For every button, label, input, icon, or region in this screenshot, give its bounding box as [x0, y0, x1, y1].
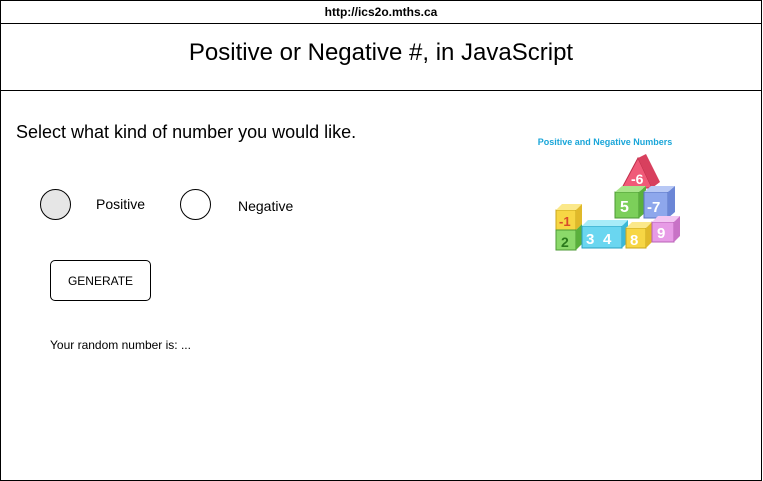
- page-title: Positive or Negative #, in JavaScript: [188, 39, 574, 66]
- negative-radio[interactable]: [180, 189, 211, 220]
- block-label: 5: [620, 199, 629, 216]
- illustration-title: Positive and Negative Numbers: [537, 137, 673, 147]
- url-bar[interactable]: http://ics2o.mths.ca: [0, 0, 762, 24]
- url-text: http://ics2o.mths.ca: [324, 5, 438, 19]
- block-label: -1: [559, 214, 571, 229]
- result-text: Your random number is: ...: [50, 338, 191, 352]
- block-label: 9: [657, 225, 665, 242]
- block-label: 2: [561, 234, 569, 250]
- page-header: Positive or Negative #, in JavaScript: [0, 23, 762, 91]
- block-label: -6: [631, 171, 644, 187]
- number-blocks-graphic: -6 5 -7 -1 2 3 4 8 9: [555, 154, 680, 251]
- number-blocks-illustration: Positive and Negative Numbers -6 5 -7 -1…: [520, 134, 695, 259]
- negative-label[interactable]: Negative: [238, 198, 293, 214]
- positive-label[interactable]: Positive: [96, 196, 145, 212]
- block-label: 4: [603, 231, 612, 248]
- block-label: -7: [647, 199, 660, 216]
- block-label: 3: [586, 231, 594, 248]
- block-label: 8: [630, 232, 638, 249]
- generate-button[interactable]: GENERATE: [50, 260, 151, 301]
- selection-prompt: Select what kind of number you would lik…: [16, 122, 357, 142]
- positive-radio[interactable]: [40, 189, 71, 220]
